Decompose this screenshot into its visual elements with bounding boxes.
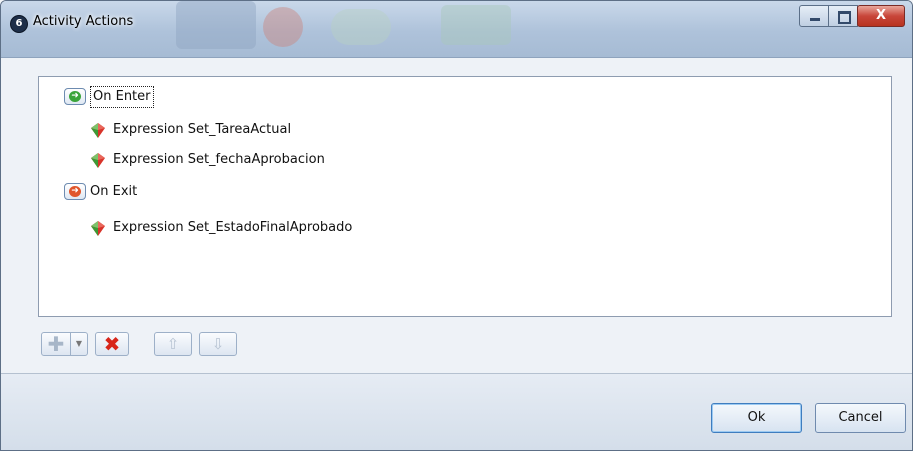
- add-action-button[interactable]: ✚: [41, 332, 71, 356]
- chevron-down-icon: ▼: [75, 339, 83, 348]
- expression-gem-icon: [91, 153, 105, 168]
- maximize-button[interactable]: [828, 5, 858, 27]
- tree-item-expression[interactable]: Expression Set_TareaActual: [89, 119, 291, 141]
- tree-node-on-exit[interactable]: ➜ On Exit: [64, 181, 137, 203]
- background-blur: [331, 9, 391, 45]
- minimize-button[interactable]: [799, 5, 829, 27]
- expression-gem-icon: [91, 123, 105, 138]
- tree-item-expression[interactable]: Expression Set_EstadoFinalAprobado: [89, 217, 352, 239]
- exit-arrow-icon: ➜: [64, 183, 86, 200]
- tree-item-label: Expression Set_TareaActual: [113, 122, 292, 137]
- move-up-button[interactable]: ⇧: [154, 332, 192, 356]
- background-blur: [263, 7, 303, 47]
- close-button[interactable]: X: [857, 5, 905, 27]
- tree-node-label: On Exit: [90, 184, 138, 199]
- tree-item-label: Expression Set_fechaAprobacion: [113, 152, 325, 167]
- title-bar[interactable]: 6 Activity Actions X: [1, 1, 912, 58]
- add-action-dropdown[interactable]: ▼: [70, 332, 88, 356]
- actions-tree[interactable]: ➜ On Enter Expression Set_TareaActual Exp…: [38, 76, 892, 317]
- plus-icon: ✚: [47, 332, 65, 356]
- close-icon: X: [875, 8, 887, 23]
- expression-gem-icon: [91, 221, 105, 236]
- tree-node-label: On Enter: [90, 86, 154, 108]
- arrow-up-icon: ⇧: [166, 335, 180, 353]
- window-title: Activity Actions: [33, 14, 134, 29]
- maximize-icon: [838, 11, 851, 24]
- ok-button[interactable]: Ok: [711, 403, 802, 433]
- tree-item-label: Expression Set_EstadoFinalAprobado: [113, 220, 353, 235]
- red-x-icon: ✖: [103, 332, 121, 356]
- cancel-button[interactable]: Cancel: [815, 403, 906, 433]
- arrow-down-icon: ⇩: [211, 335, 225, 353]
- tree-item-expression[interactable]: Expression Set_fechaAprobacion: [89, 149, 325, 171]
- activity-actions-window: 6 Activity Actions X ➜ On Enter Expressio…: [0, 0, 913, 451]
- enter-arrow-icon: ➜: [64, 88, 86, 105]
- background-blur: [441, 5, 511, 45]
- background-blur: [176, 1, 256, 49]
- move-down-button[interactable]: ⇩: [199, 332, 237, 356]
- tree-node-on-enter[interactable]: ➜ On Enter: [64, 86, 154, 108]
- delete-action-button[interactable]: ✖: [95, 332, 129, 356]
- app-icon: 6: [10, 15, 28, 33]
- minimize-icon: [810, 18, 820, 21]
